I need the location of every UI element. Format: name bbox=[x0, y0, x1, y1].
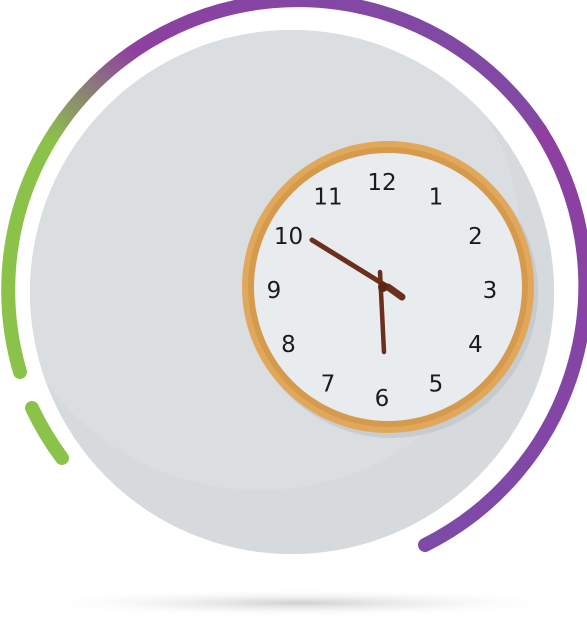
clock-illustration: 12 1 2 3 4 5 6 7 8 9 10 11 bbox=[0, 0, 587, 624]
clock-numeral: 4 bbox=[468, 332, 483, 358]
clock-numeral: 12 bbox=[367, 170, 396, 196]
clock-numeral: 10 bbox=[274, 224, 303, 250]
clock-numeral: 7 bbox=[321, 372, 336, 398]
clock-numeral: 5 bbox=[429, 372, 444, 398]
clock-center-pin bbox=[378, 282, 388, 292]
clock-numeral: 2 bbox=[468, 224, 483, 250]
ground-shadow bbox=[25, 589, 575, 617]
decorative-ring-segment bbox=[25, 401, 69, 465]
clock-numeral: 9 bbox=[267, 278, 282, 304]
clock-numeral: 3 bbox=[483, 278, 498, 304]
clock-numeral: 8 bbox=[281, 332, 296, 358]
clock-numeral: 1 bbox=[429, 185, 444, 211]
clock-scene-graphic: 12 12 3 45 6 78 9 10 11 bbox=[1, 0, 587, 617]
clock-numeral: 11 bbox=[313, 185, 342, 211]
clock-numeral: 6 bbox=[375, 386, 390, 412]
